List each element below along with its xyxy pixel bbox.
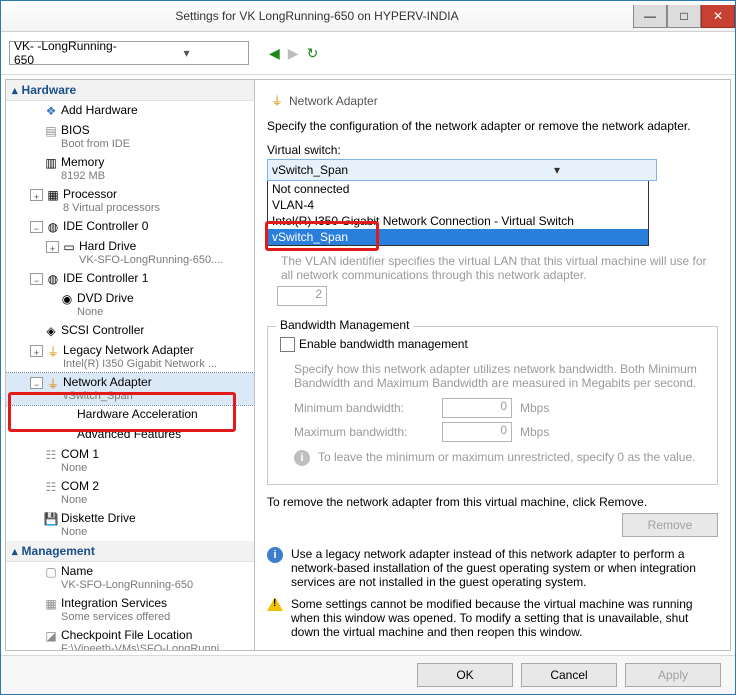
- window-title: Settings for VK LongRunning-650 on HYPER…: [1, 9, 633, 23]
- min-bandwidth-label: Minimum bandwidth:: [294, 401, 434, 415]
- min-bandwidth-input: 0: [442, 398, 512, 418]
- tree-ide0[interactable]: −◍ IDE Controller 0: [6, 217, 254, 237]
- scsi-icon: ◈: [43, 323, 59, 339]
- network-adapter-icon: ⏚: [271, 92, 283, 109]
- mbps-label: Mbps: [520, 401, 549, 415]
- tree-checkpoint-location[interactable]: ◪ Checkpoint File LocationF:\Vineeth-VMs…: [6, 626, 254, 650]
- refresh-icon[interactable]: ↻: [307, 45, 319, 62]
- warning-icon: [267, 597, 283, 611]
- tree-diskette[interactable]: 💾 Diskette DriveNone: [6, 509, 254, 541]
- hardware-section-header[interactable]: ▴ Hardware: [6, 80, 254, 101]
- bandwidth-legend: Bandwidth Management: [276, 318, 413, 332]
- vm-selector-value: VK- -LongRunning-650: [14, 39, 129, 67]
- virtual-switch-value: vSwitch_Span: [272, 163, 462, 177]
- integration-icon: ▦: [43, 596, 59, 612]
- add-hardware-icon: ❖: [43, 103, 59, 119]
- apply-button: Apply: [625, 663, 721, 687]
- tree-processor[interactable]: +▦ Processor8 Virtual processors: [6, 185, 254, 217]
- settings-window: Settings for VK LongRunning-650 on HYPER…: [0, 0, 736, 695]
- ok-button[interactable]: OK: [417, 663, 513, 687]
- remove-button: Remove: [622, 513, 718, 537]
- close-button[interactable]: ✕: [701, 5, 735, 28]
- expand-icon[interactable]: +: [46, 241, 59, 253]
- max-bandwidth-input: 0: [442, 422, 512, 442]
- expand-icon[interactable]: +: [30, 189, 43, 201]
- tree-network-adapter[interactable]: −⏚ Network AdaptervSwitch_Span: [6, 373, 254, 405]
- titlebar: Settings for VK LongRunning-650 on HYPER…: [1, 1, 735, 32]
- tree-legacy-network[interactable]: +⏚ Legacy Network AdapterIntel(R) I350 G…: [6, 341, 254, 373]
- controller-icon: ◍: [45, 219, 61, 235]
- network-adapter-icon: ⏚: [45, 375, 61, 391]
- settings-warning: Some settings cannot be modified because…: [291, 597, 718, 639]
- tree-integration-services[interactable]: ▦ Integration ServicesSome services offe…: [6, 594, 254, 626]
- option-vlan-4[interactable]: VLAN-4: [268, 197, 648, 213]
- info-icon: i: [294, 450, 310, 466]
- tree-name[interactable]: ▢ NameVK-SFO-LongRunning-650: [6, 562, 254, 594]
- bios-icon: ▤: [43, 123, 59, 139]
- max-bandwidth-label: Maximum bandwidth:: [294, 425, 434, 439]
- tree-memory[interactable]: ▥ Memory8192 MB: [6, 153, 254, 185]
- bandwidth-hint: Specify how this network adapter utilize…: [294, 362, 705, 390]
- dialog-footer: OK Cancel Apply: [1, 655, 735, 694]
- toolbar: VK- -LongRunning-650 ▾ ◀ ▶ ↻: [1, 32, 735, 75]
- collapse-icon[interactable]: −: [30, 221, 43, 233]
- vlan-id-input: 2: [277, 286, 327, 306]
- tree-pane: ▴ Hardware ❖ Add Hardware ▤ BIOSBoot fro…: [5, 79, 255, 651]
- enable-bandwidth-label: Enable bandwidth management: [299, 337, 468, 351]
- detail-header: Network Adapter: [289, 94, 378, 108]
- controller-icon: ◍: [45, 271, 61, 287]
- bandwidth-zero-hint: To leave the minimum or maximum unrestri…: [318, 450, 695, 464]
- dvd-icon: ◉: [59, 291, 75, 307]
- tree-dvd[interactable]: ◉ DVD DriveNone: [6, 289, 254, 321]
- management-section-header[interactable]: ▴ Management: [6, 541, 254, 562]
- legacy-network-icon: ⏚: [45, 343, 61, 359]
- tree-add-hardware[interactable]: ❖ Add Hardware: [6, 101, 254, 121]
- expand-icon[interactable]: +: [30, 345, 43, 357]
- nav-back-icon[interactable]: ◀: [269, 45, 280, 62]
- chevron-down-icon: ▾: [129, 46, 244, 60]
- collapse-icon: ▴: [12, 545, 18, 558]
- enable-bandwidth-checkbox[interactable]: [280, 337, 295, 352]
- processor-icon: ▦: [45, 187, 61, 203]
- virtual-switch-label: Virtual switch:: [267, 143, 718, 157]
- com-port-icon: ☷: [43, 479, 59, 495]
- tree-hardware-acceleration[interactable]: Hardware Acceleration: [6, 405, 254, 425]
- option-not-connected[interactable]: Not connected: [268, 181, 648, 197]
- detail-pane: ⏚ Network Adapter Specify the configurat…: [255, 79, 731, 651]
- mbps-label: Mbps: [520, 425, 549, 439]
- tree-advanced-features[interactable]: Advanced Features: [6, 425, 254, 445]
- bandwidth-group: Bandwidth Management Enable bandwidth ma…: [267, 326, 718, 485]
- chevron-down-icon: ▾: [462, 163, 652, 177]
- com-port-icon: ☷: [43, 447, 59, 463]
- collapse-icon[interactable]: −: [30, 377, 43, 389]
- checkpoint-icon: ◪: [43, 628, 59, 644]
- collapse-icon[interactable]: −: [30, 273, 43, 285]
- virtual-switch-dropdown: Not connected VLAN-4 Intel(R) I350 Gigab…: [267, 181, 649, 246]
- collapse-icon: ▴: [12, 84, 18, 97]
- tree-hard-drive[interactable]: +▭ Hard DriveVK-SFO-LongRunning-650....: [6, 237, 254, 269]
- tree-ide1[interactable]: −◍ IDE Controller 1: [6, 269, 254, 289]
- diskette-icon: 💾: [43, 511, 59, 527]
- cancel-button[interactable]: Cancel: [521, 663, 617, 687]
- minimize-button[interactable]: —: [633, 5, 667, 28]
- nav-forward-icon: ▶: [288, 45, 299, 62]
- name-icon: ▢: [43, 564, 59, 580]
- option-intel-i350[interactable]: Intel(R) I350 Gigabit Network Connection…: [268, 213, 648, 229]
- maximize-button[interactable]: □: [667, 5, 701, 28]
- tree-com2[interactable]: ☷ COM 2None: [6, 477, 254, 509]
- tree-com1[interactable]: ☷ COM 1None: [6, 445, 254, 477]
- detail-description: Specify the configuration of the network…: [267, 119, 718, 133]
- tree-scsi[interactable]: ◈ SCSI Controller: [6, 321, 254, 341]
- vm-selector[interactable]: VK- -LongRunning-650 ▾: [9, 41, 249, 65]
- virtual-switch-combo[interactable]: vSwitch_Span ▾: [267, 159, 657, 181]
- info-icon: i: [267, 547, 283, 563]
- legacy-adapter-info: Use a legacy network adapter instead of …: [291, 547, 718, 589]
- option-vswitch-span[interactable]: vSwitch_Span: [268, 229, 648, 245]
- remove-description: To remove the network adapter from this …: [267, 495, 718, 509]
- hard-drive-icon: ▭: [61, 239, 77, 255]
- vlan-hint: The VLAN identifier specifies the virtua…: [281, 254, 718, 282]
- memory-icon: ▥: [43, 155, 59, 171]
- tree-bios[interactable]: ▤ BIOSBoot from IDE: [6, 121, 254, 153]
